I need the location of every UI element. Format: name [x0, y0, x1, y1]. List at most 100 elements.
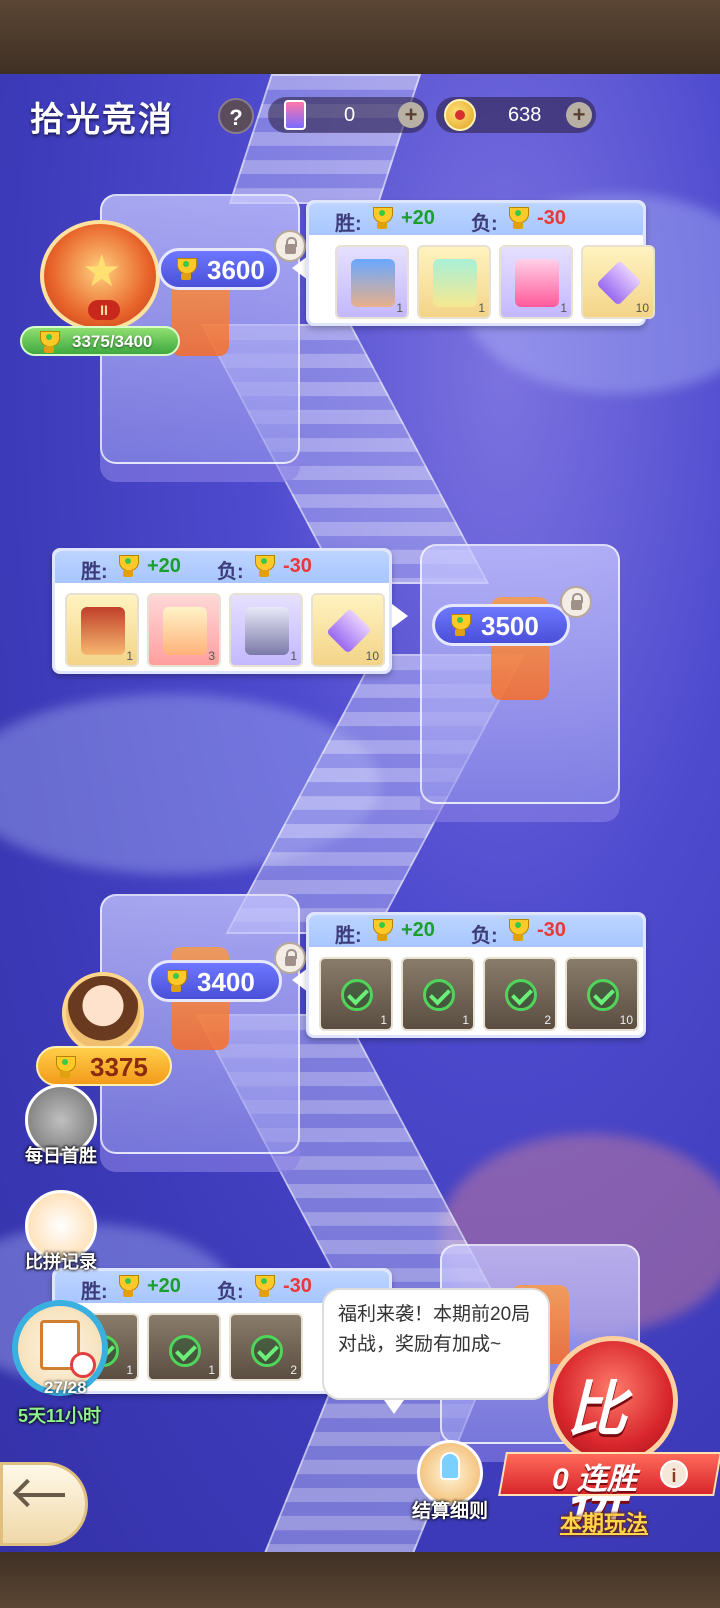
lose-value: -30 — [283, 1275, 312, 1297]
win-value: +20 — [401, 207, 435, 229]
settlement-rules-button[interactable]: 结算细则 — [400, 1440, 500, 1523]
add-coin-button[interactable]: + — [566, 102, 592, 128]
help-icon[interactable]: ? — [218, 98, 254, 134]
score-node-label: 3500 — [481, 611, 539, 641]
settlement-rules-label: 结算细则 — [411, 1501, 488, 1522]
win-value: +20 — [147, 555, 181, 577]
reward-item-claimed[interactable]: 10 — [565, 957, 639, 1031]
ticket-icon — [433, 259, 477, 307]
rank-progress-text: 3375/3400 — [72, 332, 153, 351]
reward-item-chest[interactable]: 1 — [229, 593, 303, 667]
score-node-3600[interactable]: 3600 — [158, 248, 280, 290]
reward-item-ticket[interactable]: 3 — [147, 593, 221, 667]
item-count: 1 — [290, 649, 297, 663]
reward-panel-3400: 胜: +20 负: -30 1 1 2 10 — [306, 912, 646, 1038]
check-icon — [251, 1335, 283, 1367]
coin-icon — [444, 99, 476, 131]
reward-item-character-card[interactable]: 1 — [65, 593, 139, 667]
ticket-icon — [163, 607, 207, 655]
item-count: 2 — [290, 1363, 297, 1377]
reward-item-claimed[interactable]: 1 — [147, 1313, 221, 1381]
trophy-icon — [173, 258, 199, 282]
task-time-left: 5天11小时 — [18, 1406, 102, 1426]
win-label: 胜: — [335, 925, 362, 947]
trophy-icon — [251, 555, 277, 579]
score-node-3400[interactable]: 3400 — [148, 960, 282, 1002]
reward-header: 胜: +20 负: -30 — [309, 915, 643, 947]
item-count: 3 — [208, 649, 215, 663]
player-score-value: 3375 — [90, 1052, 148, 1082]
reward-item-claimed[interactable]: 2 — [483, 957, 557, 1031]
reward-panel-3600: 胜: +20 负: -30 1 1 1 10 — [306, 200, 655, 326]
trophy-icon — [52, 1056, 78, 1080]
add-ticket-button[interactable]: + — [398, 102, 424, 128]
task-count-text: 27/28 — [44, 1378, 87, 1397]
bulb-shape — [440, 1452, 460, 1480]
win-value: +20 — [147, 1275, 181, 1297]
item-count: 10 — [635, 301, 649, 315]
lock-icon — [560, 586, 592, 618]
item-count: 1 — [126, 1363, 133, 1377]
reward-item-claimed[interactable]: 1 — [401, 957, 475, 1031]
rank-progress: 3375/3400 — [20, 326, 180, 356]
lose-label: 负: — [217, 1281, 244, 1303]
task-progress: 27/28 — [20, 1378, 110, 1398]
character-card-icon — [351, 259, 395, 307]
trophy-icon — [369, 919, 395, 943]
reward-item-claimed[interactable]: 2 — [229, 1313, 303, 1381]
lose-label: 负: — [471, 925, 498, 947]
reward-item-claimed[interactable]: 1 — [319, 957, 393, 1031]
page-title: 拾光竞消 — [30, 101, 174, 139]
reward-item-drink[interactable]: 1 — [499, 245, 573, 319]
battle-record-button[interactable]: 比拼记录 — [16, 1190, 106, 1274]
score-node-label: 3400 — [197, 967, 255, 997]
item-count: 1 — [208, 1363, 215, 1377]
battle-button[interactable]: 比拼 — [548, 1336, 678, 1530]
check-icon — [423, 979, 455, 1011]
trophy-icon — [163, 970, 189, 994]
win-label: 胜: — [335, 213, 362, 235]
lose-value: -30 — [537, 207, 566, 229]
ticket-count: 0 — [344, 104, 356, 126]
item-count: 1 — [126, 649, 133, 663]
check-icon — [505, 979, 537, 1011]
trophy-icon — [505, 207, 531, 231]
player-score: 3375 — [36, 1046, 172, 1086]
item-count: 1 — [396, 301, 403, 315]
bottle-icon — [515, 259, 559, 307]
reward-item-diamond[interactable]: 10 — [311, 593, 385, 667]
lose-label: 负: — [471, 213, 498, 235]
character-card-icon — [81, 607, 125, 655]
player-avatar[interactable] — [62, 972, 144, 1054]
panel-pointer — [392, 604, 408, 628]
reward-item-character-card[interactable]: 1 — [335, 245, 409, 319]
score-node-3500[interactable]: 3500 — [432, 604, 570, 646]
star-icon: ★ — [82, 247, 122, 296]
season-rules-link[interactable]: 本期玩法 — [560, 1506, 648, 1538]
reward-header: 胜: +20 负: -30 — [309, 203, 643, 235]
check-icon — [341, 979, 373, 1011]
item-count: 1 — [462, 1013, 469, 1027]
item-count: 2 — [544, 1013, 551, 1027]
back-arrow-icon — [19, 1493, 65, 1497]
ticket-icon — [284, 100, 306, 130]
lose-label: 负: — [217, 561, 244, 583]
diamond-icon — [326, 608, 372, 654]
back-button[interactable] — [0, 1462, 88, 1546]
top-frame — [0, 0, 720, 74]
ticket-counter: 0 + — [268, 97, 428, 133]
reward-header: 胜: +20 负: -30 — [55, 551, 389, 583]
score-node-label: 3600 — [207, 255, 265, 285]
reward-panel-3500: 胜: +20 负: -30 1 3 1 10 — [52, 548, 392, 674]
reward-item-ticket[interactable]: 1 — [417, 245, 491, 319]
win-streak-text: 0 连胜 — [552, 1463, 638, 1496]
info-icon[interactable]: i — [660, 1460, 688, 1488]
trophy-icon — [447, 614, 473, 638]
daily-first-win-button[interactable]: 每日首胜 — [16, 1084, 106, 1168]
trophy-icon — [115, 555, 141, 579]
reward-item-diamond[interactable]: 10 — [581, 245, 655, 319]
staircase — [228, 74, 422, 204]
win-label: 胜: — [81, 1281, 108, 1303]
trophy-icon — [505, 919, 531, 943]
rank-badge[interactable]: ★ II — [40, 220, 160, 332]
